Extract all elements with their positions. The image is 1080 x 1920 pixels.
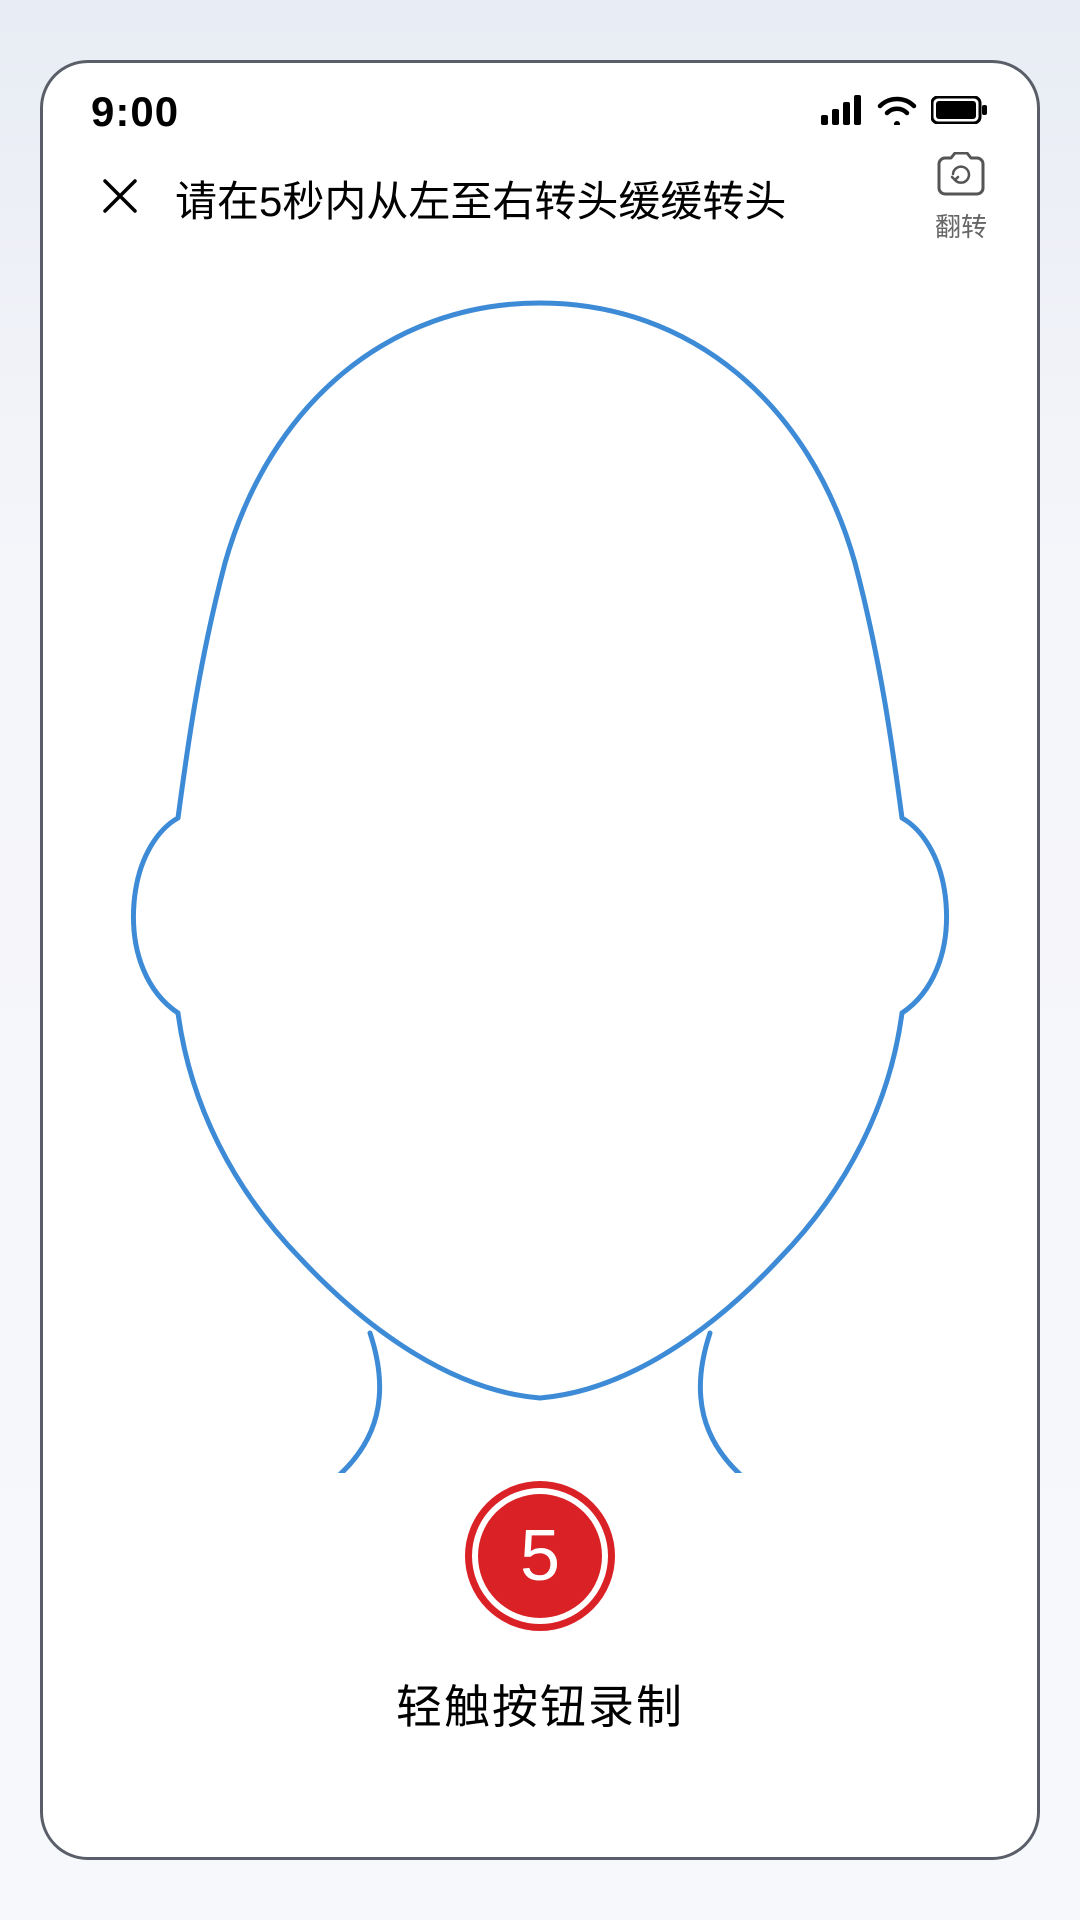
close-icon [100,176,140,221]
wifi-icon [877,95,917,130]
face-outline-icon [50,273,1030,1478]
flip-camera-label: 翻转 [935,207,987,244]
page-title: 请在5秒内从左至右转头缓缓转头 [175,168,935,229]
record-button[interactable]: 5 [465,1481,615,1631]
record-area: 5 轻触按钮录制 [43,1481,1037,1737]
status-icons [821,95,989,130]
battery-icon [931,96,989,129]
cellular-signal-icon [821,95,863,130]
close-button[interactable] [95,173,145,223]
record-button-inner: 5 [478,1494,602,1618]
status-time: 9:00 [91,88,179,136]
flip-camera-icon [935,152,987,201]
flip-camera-button[interactable]: 翻转 [935,152,987,244]
face-guide-area [43,273,1037,1478]
countdown-number: 5 [520,1520,560,1592]
header-row: 请在5秒内从左至右转头缓缓转头 翻转 [43,133,1037,233]
status-bar: 9:00 [43,63,1037,133]
record-hint: 轻触按钮录制 [396,1671,684,1737]
phone-frame: 9:00 [40,60,1040,1860]
